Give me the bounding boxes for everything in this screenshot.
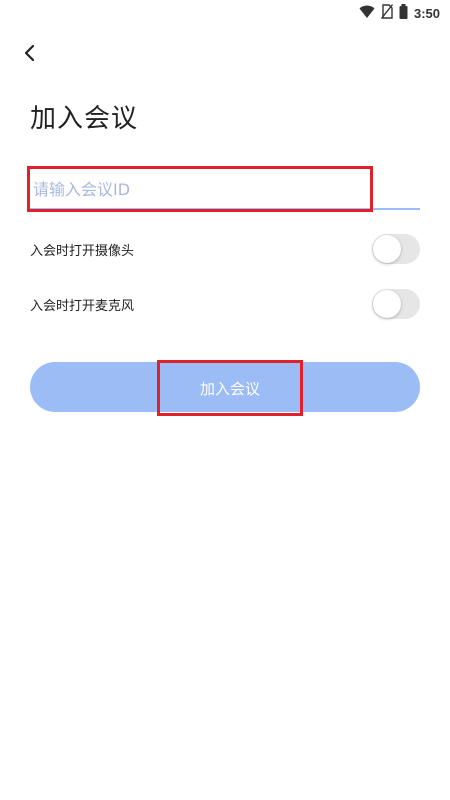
camera-toggle[interactable]	[372, 234, 420, 264]
meeting-id-field-highlight	[27, 166, 373, 212]
camera-toggle-row: 入会时打开摄像头	[30, 229, 420, 269]
meeting-id-input[interactable]	[33, 172, 363, 206]
status-icons: 3:50	[359, 4, 440, 23]
page-title: 加入会议	[30, 104, 139, 134]
status-time: 3:50	[413, 6, 440, 21]
status-bar: 3:50	[0, 0, 450, 24]
mic-toggle-label: 入会时打开麦克风	[30, 298, 135, 314]
wifi-icon	[359, 4, 375, 23]
mic-toggle-row: 入会时打开麦克风	[30, 284, 420, 324]
no-sim-icon	[380, 4, 394, 23]
camera-toggle-knob	[373, 235, 401, 263]
chevron-left-icon	[24, 44, 35, 62]
join-meeting-screen: 3:50 加入会议 入会时打开摄像头 入会时打开麦克风 加入会议	[0, 0, 450, 800]
mic-toggle-knob	[373, 290, 401, 318]
battery-icon	[399, 4, 408, 23]
camera-toggle-label: 入会时打开摄像头	[30, 243, 135, 259]
back-button[interactable]	[16, 40, 42, 66]
join-meeting-button[interactable]	[30, 362, 420, 412]
mic-toggle[interactable]	[372, 289, 420, 319]
